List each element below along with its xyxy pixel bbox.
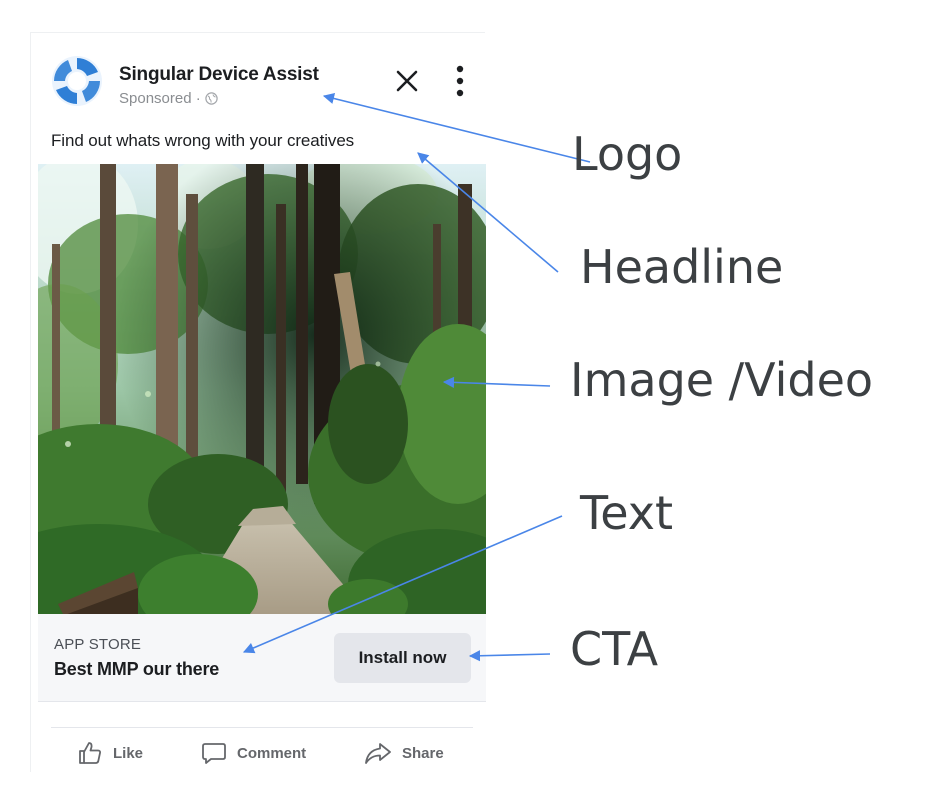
globe-icon: [205, 91, 218, 105]
comment-bubble-icon: [202, 743, 226, 764]
share-label: Share: [402, 744, 444, 762]
share-arrow-icon: [365, 743, 391, 764]
share-button[interactable]: Share: [364, 737, 444, 769]
more-options-icon[interactable]: [449, 64, 471, 98]
ad-body-text: Best MMP our there: [54, 659, 220, 679]
cta-bar: APP STORE Best MMP our there Install now: [38, 614, 486, 702]
annotation-text: Text: [580, 486, 674, 540]
comment-button[interactable]: Comment: [201, 737, 306, 769]
store-label: APP STORE: [54, 636, 142, 653]
forest-photo: [38, 164, 486, 614]
advertiser-logo-icon[interactable]: [51, 55, 103, 107]
annotation-cta: CTA: [570, 622, 659, 676]
thumbs-up-icon: [79, 742, 101, 764]
advertiser-name[interactable]: Singular Device Assist: [119, 64, 319, 86]
close-icon[interactable]: [393, 67, 421, 95]
annotation-headline: Headline: [580, 240, 784, 294]
annotation-image-video: Image /Video: [570, 353, 874, 407]
comment-label: Comment: [237, 744, 307, 762]
like-label: Like: [113, 744, 144, 762]
ad-card: Singular Device Assist Sponsored · Find …: [30, 32, 486, 772]
sponsored-label: Sponsored ·: [119, 89, 201, 107]
actions-divider: [51, 727, 473, 728]
sponsored-row: Sponsored ·: [119, 89, 218, 107]
annotated-ad-screenshot: Singular Device Assist Sponsored · Find …: [0, 0, 946, 786]
ad-media-image[interactable]: [38, 164, 486, 614]
install-now-button[interactable]: Install now: [334, 633, 471, 683]
annotation-logo: Logo: [572, 127, 683, 181]
ad-headline: Find out whats wrong with your creatives: [51, 131, 355, 150]
like-button[interactable]: Like: [77, 737, 143, 769]
